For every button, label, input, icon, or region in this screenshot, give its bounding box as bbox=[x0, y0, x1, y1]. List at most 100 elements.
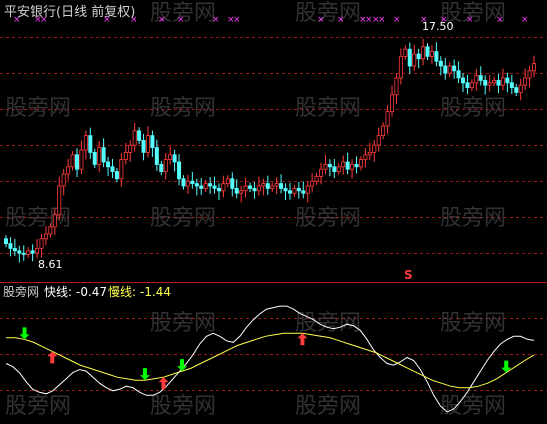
candle-body bbox=[425, 46, 430, 57]
candle-body bbox=[66, 166, 71, 175]
x-marker: × bbox=[337, 15, 345, 25]
x-marker: × bbox=[317, 15, 325, 25]
candle-body bbox=[412, 53, 417, 67]
candle-body bbox=[474, 75, 479, 84]
candle-body bbox=[132, 130, 137, 146]
x-marker: × bbox=[393, 15, 401, 25]
candle-body bbox=[199, 185, 204, 189]
candle-body bbox=[292, 187, 297, 194]
candle-body bbox=[461, 77, 466, 84]
candle-body bbox=[465, 82, 470, 89]
candle-body bbox=[394, 77, 399, 96]
candle-body bbox=[341, 161, 346, 168]
candle-body bbox=[43, 233, 48, 240]
candle-body bbox=[500, 77, 505, 86]
candle-body bbox=[208, 183, 213, 187]
candle-body bbox=[336, 166, 341, 173]
watermark-text: 股旁网 bbox=[5, 96, 71, 121]
watermark-text: 股旁网 bbox=[295, 311, 361, 336]
candle-body bbox=[52, 214, 57, 228]
candle-body bbox=[296, 187, 301, 192]
x-marker: × bbox=[466, 15, 474, 25]
candle-body bbox=[403, 48, 408, 57]
candle-body bbox=[154, 147, 159, 165]
sell-marker: S bbox=[404, 268, 413, 282]
candle-body bbox=[35, 247, 40, 254]
candle-body bbox=[12, 247, 17, 252]
watermark-text: 股旁网 bbox=[150, 394, 216, 419]
candle-body bbox=[101, 147, 106, 163]
candle-body bbox=[523, 77, 528, 86]
candle-body bbox=[26, 250, 31, 255]
watermark-text: 股旁网 bbox=[150, 311, 216, 336]
candle-body bbox=[376, 135, 381, 146]
candle-body bbox=[239, 190, 244, 194]
candle-body bbox=[358, 159, 363, 168]
candle-body bbox=[456, 70, 461, 79]
candle-body bbox=[172, 154, 177, 163]
candle-body bbox=[252, 187, 257, 192]
chart-window: 股旁网 股旁网 股旁网 股旁网 股旁网 股旁网 股旁网 股旁网 股旁网 股旁网 股旁网 股旁网 股旁网股… bbox=[0, 0, 547, 424]
candle-body bbox=[478, 75, 483, 81]
candle-body bbox=[48, 226, 53, 235]
candle-body bbox=[61, 173, 66, 187]
low-price-label: 8.61 bbox=[38, 258, 63, 271]
candle-body bbox=[74, 154, 79, 170]
candle-body bbox=[363, 154, 368, 161]
candle-body bbox=[305, 185, 310, 194]
candle-body bbox=[434, 51, 439, 62]
candle-body bbox=[487, 82, 492, 86]
kline-chart[interactable]: 股旁网 股旁网 股旁网股旁网 股旁网 股旁网 股旁网股旁网 股旁网 股旁网 股旁网股旁网 股旁网股… bbox=[0, 0, 547, 424]
indicator-name: 股旁网 bbox=[3, 284, 39, 299]
candle-body bbox=[301, 190, 306, 194]
slow-line-value: -1.44 bbox=[140, 285, 171, 299]
candle-body bbox=[128, 144, 133, 153]
candle-body bbox=[287, 190, 292, 194]
candle-body bbox=[225, 178, 230, 185]
watermark-text: 股旁网 bbox=[440, 96, 506, 121]
candle-body bbox=[354, 163, 359, 168]
watermark-text: 股旁网 bbox=[295, 206, 361, 231]
x-marker: × bbox=[177, 15, 185, 25]
watermark-text: 股旁网 bbox=[440, 394, 506, 419]
x-marker: × bbox=[233, 15, 241, 25]
candle-body bbox=[114, 171, 119, 180]
candle-body bbox=[447, 65, 452, 74]
candle-body bbox=[159, 163, 164, 172]
candle-body bbox=[319, 168, 324, 177]
candle-body bbox=[270, 185, 275, 189]
candle-body bbox=[514, 87, 519, 93]
candle-body bbox=[443, 65, 448, 74]
candle-body bbox=[274, 183, 279, 187]
candle-body bbox=[438, 60, 443, 67]
fast-line-value: -0.47 bbox=[76, 285, 107, 299]
slow-line bbox=[6, 332, 535, 389]
candle-body bbox=[123, 151, 128, 160]
watermark-text: 股旁网 bbox=[150, 96, 216, 121]
candle-body bbox=[243, 185, 248, 192]
candle-body bbox=[279, 183, 284, 189]
watermark-text: 股旁网 bbox=[440, 311, 506, 336]
watermarks: 股旁网 股旁网 股旁网股旁网 股旁网 股旁网 股旁网股旁网 股旁网 股旁网 股旁网股旁网 股旁网股… bbox=[5, 1, 506, 419]
candle-body bbox=[181, 178, 186, 187]
watermark-text: 股旁网 bbox=[295, 96, 361, 121]
candle-body bbox=[332, 166, 337, 173]
candle-body bbox=[416, 53, 421, 60]
candle-body bbox=[177, 161, 182, 180]
candle-body bbox=[234, 187, 239, 194]
candle-body bbox=[407, 48, 412, 67]
candle-body bbox=[527, 70, 532, 79]
candle-body bbox=[469, 82, 474, 89]
candle-body bbox=[110, 166, 115, 173]
candle-body bbox=[221, 183, 226, 192]
watermark-text: 股旁网 bbox=[440, 206, 506, 231]
candle-body bbox=[323, 163, 328, 170]
candle-body bbox=[492, 80, 497, 84]
candle-body bbox=[83, 135, 88, 151]
candle-body bbox=[185, 180, 190, 187]
candle-body bbox=[496, 80, 501, 86]
watermark-text: 股旁网 bbox=[295, 394, 361, 419]
candle-body bbox=[452, 65, 457, 72]
candle-body bbox=[518, 84, 523, 93]
candle-body bbox=[283, 187, 288, 192]
